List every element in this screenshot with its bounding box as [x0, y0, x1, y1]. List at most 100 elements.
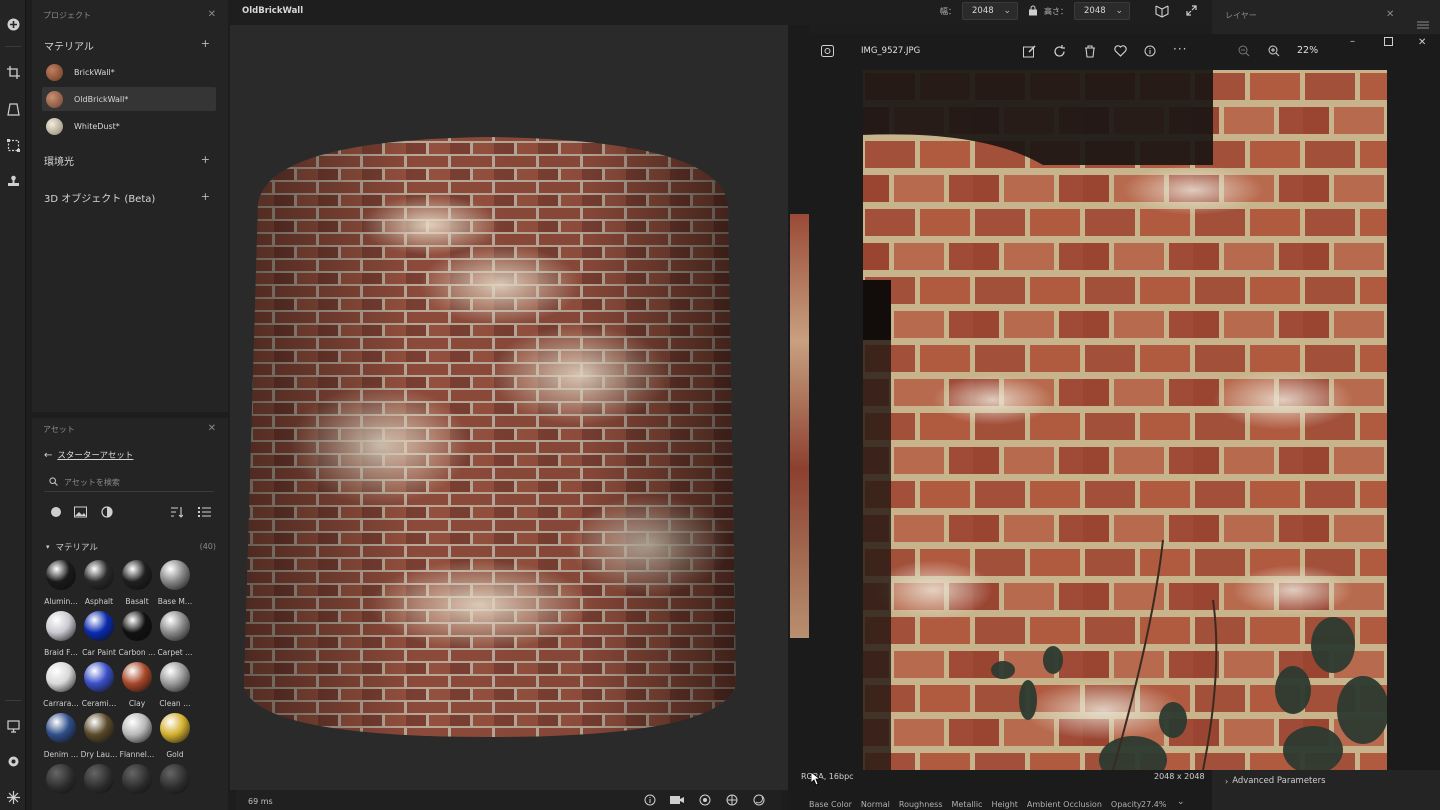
close-icon[interactable]: ✕	[208, 423, 216, 434]
chevron-right-icon: ›	[1225, 776, 1229, 786]
sphere-filter-icon[interactable]	[50, 506, 62, 521]
camera-icon[interactable]	[670, 794, 684, 809]
add-icon[interactable]	[5, 16, 21, 32]
asset-tile[interactable]	[118, 764, 156, 794]
layers-panel-header: レイヤー ✕	[1212, 0, 1440, 34]
asset-tile[interactable]	[80, 764, 118, 794]
search-field[interactable]: アセットを検索	[44, 474, 214, 492]
favorite-icon[interactable]	[1114, 45, 1127, 60]
asset-label: Braid F…	[44, 648, 78, 657]
info-icon[interactable]	[644, 794, 656, 809]
search-input[interactable]: アセットを検索	[64, 477, 120, 488]
display-icon[interactable]	[5, 718, 21, 734]
close-icon[interactable]: ✕	[1386, 9, 1394, 20]
image-filter-icon[interactable]	[74, 506, 87, 521]
chevron-down-icon: ▾	[46, 543, 50, 551]
tab-height[interactable]: Height	[991, 800, 1017, 809]
material-item[interactable]: BrickWall*	[42, 60, 216, 84]
advanced-parameters-toggle[interactable]: › Advanced Parameters	[1225, 776, 1326, 786]
asset-thumbnail	[122, 611, 152, 641]
asset-tile[interactable]: Denim …	[42, 713, 80, 759]
asset-tile[interactable]: Base M…	[156, 560, 194, 606]
materials-group-header[interactable]: ▾ マテリアル	[46, 541, 98, 553]
layers-title: レイヤー	[1225, 11, 1257, 20]
asset-label: Car Paint	[82, 648, 116, 657]
more-options-icon[interactable]: ···	[1173, 42, 1187, 56]
info-icon[interactable]	[1144, 45, 1156, 60]
asset-tile[interactable]: Carpet …	[156, 611, 194, 657]
share-3d-icon[interactable]	[1154, 4, 1170, 21]
minimize-button[interactable]: –	[1350, 36, 1355, 47]
add-material-button[interactable]: +	[201, 37, 210, 50]
settings-icon[interactable]	[5, 753, 21, 769]
delete-icon[interactable]	[1084, 45, 1096, 61]
asset-tile[interactable]	[156, 764, 194, 794]
asset-tile[interactable]: Cerami…	[80, 662, 118, 708]
asset-tile[interactable]: Dry Lau…	[80, 713, 118, 759]
add-object-button[interactable]: +	[201, 190, 210, 203]
zoom-in-icon[interactable]	[1268, 45, 1280, 60]
tab-roughness[interactable]: Roughness	[899, 800, 943, 809]
asset-label: Asphalt	[84, 597, 114, 606]
rotate-icon[interactable]	[1053, 45, 1066, 61]
asset-tile[interactable]: Clean …	[156, 662, 194, 708]
perspective-icon[interactable]	[5, 101, 21, 117]
stamp-icon[interactable]	[5, 173, 21, 189]
asset-tile[interactable]: Alumin…	[42, 560, 80, 606]
transform-icon[interactable]	[5, 137, 21, 153]
material-name: WhiteDust*	[74, 121, 120, 131]
material-item-selected[interactable]: OldBrickWall*	[42, 87, 216, 111]
asset-thumbnail	[122, 560, 152, 590]
sort-icon[interactable]	[170, 506, 184, 521]
light-filter-icon[interactable]	[101, 506, 113, 521]
asset-tile[interactable]: Braid F…	[42, 611, 80, 657]
gallery-icon[interactable]	[821, 45, 834, 60]
edit-image-icon[interactable]	[1023, 45, 1036, 61]
group-count: (40)	[199, 542, 216, 551]
expand-icon[interactable]	[1186, 5, 1197, 19]
asset-thumbnail	[46, 611, 76, 641]
tab-metallic[interactable]: Metallic	[952, 800, 983, 809]
asset-tile[interactable]: Car Paint	[80, 611, 118, 657]
crop-icon[interactable]	[5, 64, 21, 80]
globe-icon[interactable]	[726, 794, 738, 809]
asset-tile[interactable]: Basalt	[118, 560, 156, 606]
tab-base-color[interactable]: Base Color	[809, 800, 852, 809]
asset-tile[interactable]: Clay	[118, 662, 156, 708]
width-dropdown[interactable]: 2048 ⌄	[962, 2, 1018, 20]
asset-tile[interactable]: Asphalt	[80, 560, 118, 606]
tab-normal[interactable]: Normal	[861, 800, 890, 809]
photo-viewer-toolbar: IMG_9527.JPG ··· 22% – ✕	[810, 34, 1440, 70]
viewport-footer: 69 ms	[236, 790, 782, 810]
asset-label: Carpet …	[157, 648, 193, 657]
photo-format: RGBA, 16bpc	[801, 772, 854, 781]
close-window-button[interactable]: ✕	[1418, 37, 1426, 48]
asset-tile[interactable]: Carbon …	[118, 611, 156, 657]
3d-viewport[interactable]	[230, 25, 788, 790]
puzzle-icon[interactable]	[5, 789, 21, 805]
tab-opacity[interactable]: Opacity	[1111, 800, 1142, 809]
chevron-down-icon[interactable]: ⌄	[1177, 797, 1185, 807]
add-environment-button[interactable]: +	[201, 153, 210, 166]
asset-tile[interactable]: Gold	[156, 713, 194, 759]
lock-icon[interactable]	[1028, 5, 1038, 19]
height-dropdown[interactable]: 2048 ⌄	[1074, 2, 1130, 20]
asset-tile[interactable]: Flannel…	[118, 713, 156, 759]
orbit-icon[interactable]	[699, 794, 711, 809]
asset-thumbnail	[160, 662, 190, 692]
chevron-down-icon: ⌄	[1115, 6, 1123, 16]
asset-label: Denim …	[43, 750, 79, 759]
tab-ambient-occlusion[interactable]: Ambient Occlusion	[1027, 800, 1102, 809]
asset-label: Basalt	[125, 597, 149, 606]
environment-icon[interactable]	[753, 794, 765, 809]
material-item[interactable]: WhiteDust*	[42, 114, 216, 138]
asset-tile[interactable]: Carrara…	[42, 662, 80, 708]
back-link[interactable]: ← スターターアセット	[44, 449, 133, 462]
asset-tile[interactable]	[42, 764, 80, 794]
layers-options-icon[interactable]	[1417, 20, 1429, 33]
list-view-icon[interactable]	[198, 506, 211, 521]
close-icon[interactable]: ✕	[208, 9, 216, 20]
zoom-out-icon[interactable]	[1238, 45, 1250, 60]
maximize-button[interactable]	[1384, 37, 1393, 49]
left-toolbar	[0, 0, 26, 810]
